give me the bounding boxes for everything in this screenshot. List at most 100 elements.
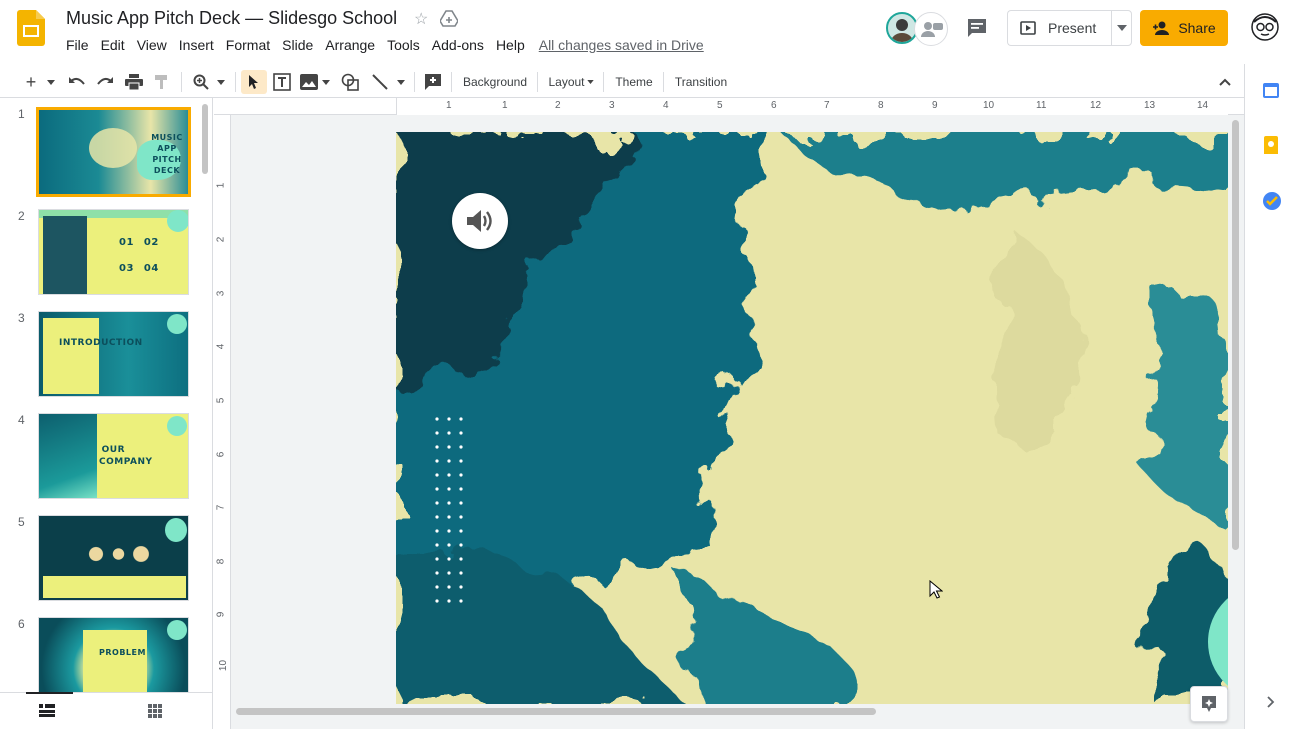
slide-thumbnail-2[interactable]: 01 02 03 04	[38, 209, 189, 295]
share-label: Share	[1178, 20, 1216, 36]
present-icon	[1020, 21, 1036, 35]
menu-help[interactable]: Help	[490, 36, 531, 54]
present-label: Present	[1048, 20, 1097, 36]
text-box-icon[interactable]	[271, 70, 293, 94]
menu-tools[interactable]: Tools	[381, 36, 426, 54]
caret-down-icon	[217, 79, 225, 85]
canvas-horizontal-scrollbar[interactable]	[236, 708, 876, 715]
menu-bar: File Edit View Insert Format Slide Arran…	[60, 35, 704, 55]
document-title[interactable]: Music App Pitch Deck — Slidesgo School	[66, 8, 397, 29]
tasks-icon[interactable]	[1263, 192, 1281, 210]
menu-view[interactable]: View	[131, 36, 173, 54]
select-cursor-icon[interactable]	[241, 70, 267, 94]
new-slide-layout-dropdown[interactable]	[44, 70, 58, 94]
filmstrip-view-switch	[0, 692, 213, 729]
toolbar-divider	[414, 72, 415, 92]
menu-file[interactable]: File	[60, 36, 95, 54]
slide-thumbnail-title: MUSIC APP PITCH DECK	[151, 133, 183, 175]
move-to-drive-icon[interactable]	[440, 9, 458, 27]
slide-number: 3	[18, 311, 25, 325]
toolbar-divider	[663, 72, 664, 92]
present-options-dropdown[interactable]	[1111, 10, 1132, 46]
ruler-number: 10	[983, 100, 995, 111]
redo-icon[interactable]	[94, 70, 116, 94]
slide-thumbnail-6[interactable]: PROBLEM	[38, 617, 189, 692]
ruler-number: 2	[215, 236, 227, 243]
slide-thumbnail-title: OUR COMPANY	[99, 445, 153, 467]
insert-image-icon[interactable]	[298, 70, 320, 94]
zoom-dropdown[interactable]	[214, 70, 228, 94]
smoke-background-image	[396, 132, 1228, 704]
canvas-vertical-scrollbar[interactable]	[1232, 120, 1239, 550]
collapse-toolbar-icon[interactable]	[1214, 70, 1236, 94]
ruler-number: 11	[1036, 100, 1047, 111]
keep-icon[interactable]	[1264, 136, 1278, 154]
menu-slide[interactable]: Slide	[276, 36, 319, 54]
line-icon[interactable]	[369, 70, 391, 94]
present-button[interactable]: Present	[1007, 10, 1112, 46]
ruler-number: 2	[555, 100, 561, 111]
slide-number: 6	[18, 617, 25, 631]
toolbar-divider	[537, 72, 538, 92]
transition-button[interactable]: Transition	[670, 70, 732, 94]
filmstrip-scrollbar[interactable]	[202, 104, 208, 174]
caret-down-icon	[1116, 25, 1127, 31]
slide-thumbnail-title: PROBLEM	[99, 648, 146, 657]
menu-insert[interactable]: Insert	[173, 36, 220, 54]
horizontal-ruler: 1 1 2 3 4 5 6 7 8 9 10 11 12 13 14	[214, 98, 1244, 115]
slide-thumbnail-5[interactable]	[38, 515, 189, 601]
background-button[interactable]: Background	[460, 70, 530, 94]
explore-button[interactable]	[1190, 686, 1228, 722]
caret-down-icon	[586, 80, 594, 84]
ruler-number: 14	[1197, 100, 1209, 111]
undo-icon[interactable]	[66, 70, 88, 94]
share-button[interactable]: Share	[1140, 10, 1228, 46]
account-avatar-icon[interactable]	[1250, 12, 1280, 42]
slide-thumbnail-title: INTRODUCTION	[59, 338, 143, 348]
slide-filmstrip: 1 MUSIC APP PITCH DECK 2 01 02 03 04 3 I…	[0, 98, 213, 692]
current-slide[interactable]	[396, 132, 1228, 704]
anonymous-viewers-avatar[interactable]	[914, 12, 948, 46]
speaker-audio-button[interactable]	[452, 193, 508, 249]
toolbar-divider	[603, 72, 604, 92]
slide-thumbnail-3[interactable]: INTRODUCTION	[38, 311, 189, 397]
ruler-number: 1	[215, 182, 227, 189]
print-icon[interactable]	[123, 70, 145, 94]
ruler-number: 1	[502, 100, 508, 111]
zoom-icon[interactable]	[190, 70, 212, 94]
slide-thumbnail-1[interactable]: MUSIC APP PITCH DECK	[36, 107, 191, 197]
line-dropdown[interactable]	[394, 70, 408, 94]
filmstrip-view-icon[interactable]	[39, 704, 55, 718]
ruler-number: 12	[1090, 100, 1102, 111]
slide-number: 5	[18, 515, 25, 529]
speaker-icon	[467, 210, 492, 232]
layout-button[interactable]: Layout	[545, 70, 597, 94]
explore-icon	[1202, 696, 1216, 712]
star-icon[interactable]: ☆	[414, 9, 428, 29]
ruler-number: 6	[771, 100, 777, 111]
menu-addons[interactable]: Add-ons	[426, 36, 490, 54]
new-slide-icon[interactable]: +	[22, 70, 40, 94]
slide-thumbnail-4[interactable]: OUR COMPANY	[38, 413, 189, 499]
slides-logo-icon[interactable]	[17, 10, 45, 46]
add-comment-icon[interactable]	[422, 70, 444, 94]
calendar-icon[interactable]	[1263, 82, 1279, 98]
image-dropdown[interactable]	[320, 70, 332, 94]
menu-format[interactable]: Format	[220, 36, 276, 54]
paint-format-icon[interactable]	[151, 70, 173, 94]
grid-view-icon[interactable]	[148, 704, 162, 718]
menu-arrange[interactable]: Arrange	[319, 36, 381, 54]
ruler-number: 4	[663, 100, 669, 111]
slide-canvas-area: 1 1 2 3 4 5 6 7 8 9 10 11 12 13 14 1 2 3…	[214, 98, 1244, 729]
ruler-number: 7	[215, 504, 227, 511]
comment-history-icon[interactable]	[965, 16, 989, 40]
expand-panel-icon[interactable]	[1267, 696, 1275, 708]
speaker-notes-drag-handle[interactable]	[718, 721, 740, 725]
active-view-indicator	[26, 692, 73, 694]
save-status-link[interactable]: All changes saved in Drive	[539, 37, 704, 53]
theme-button[interactable]: Theme	[611, 70, 657, 94]
caret-down-icon	[47, 79, 55, 85]
shape-icon[interactable]	[339, 70, 361, 94]
slide-number: 4	[18, 413, 25, 427]
menu-edit[interactable]: Edit	[95, 36, 131, 54]
